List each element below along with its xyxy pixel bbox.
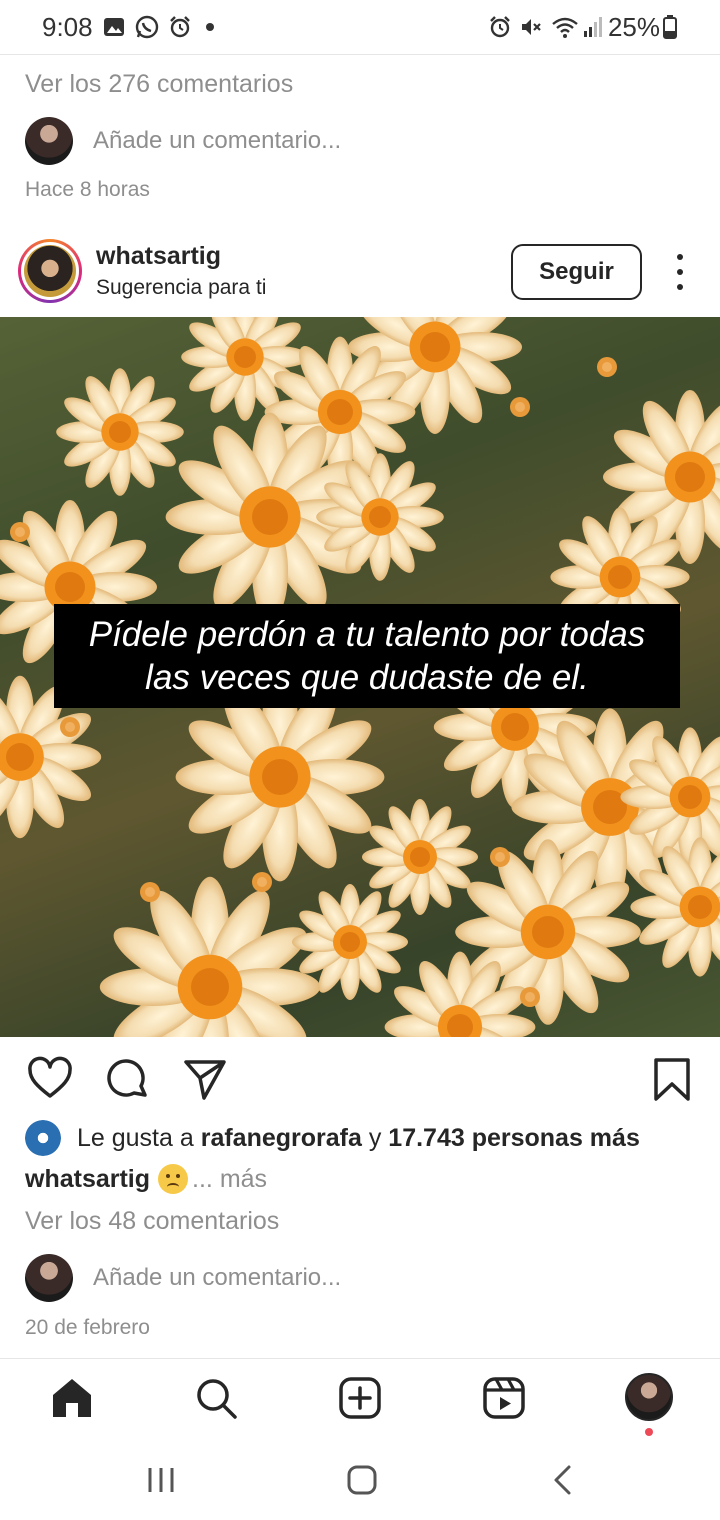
add-comment-placeholder[interactable]: Añade un comentario... (93, 1264, 341, 1292)
back-button[interactable] (544, 1460, 584, 1500)
caption-more-link[interactable]: ... más (192, 1165, 267, 1194)
add-comment-placeholder[interactable]: Añade un comentario... (93, 127, 341, 155)
liker-avatar (25, 1120, 61, 1156)
status-time: 9:08 (42, 12, 93, 42)
gallery-icon (102, 14, 126, 40)
alarm-icon (168, 14, 192, 40)
battery-icon (662, 14, 678, 40)
recent-apps-button[interactable] (141, 1460, 181, 1500)
story-avatar[interactable] (18, 239, 82, 303)
my-avatar (25, 1254, 73, 1302)
system-nav (0, 1440, 720, 1520)
post-date: 20 de febrero (25, 1316, 150, 1339)
follow-button[interactable]: Seguir (511, 244, 642, 300)
profile-avatar[interactable] (625, 1373, 673, 1421)
home-button[interactable] (342, 1460, 382, 1500)
battery-percent: 25% (607, 12, 660, 42)
likes-count[interactable]: 17.743 personas más (388, 1124, 640, 1153)
sad-face-emoji-icon (158, 1164, 189, 1194)
search-icon[interactable] (193, 1375, 239, 1421)
alarm-icon (488, 14, 512, 40)
home-icon[interactable] (49, 1375, 95, 1421)
signal-icon (582, 14, 604, 40)
suggestion-label: Sugerencia para ti (96, 276, 267, 299)
likes-prefix: Le gusta a (77, 1123, 194, 1152)
image-caption-line-1: Pídele perdón a tu talento por todas (88, 615, 646, 654)
heart-icon[interactable] (27, 1056, 73, 1102)
comment-icon[interactable] (104, 1056, 150, 1102)
whatsapp-icon (134, 14, 160, 40)
post-username[interactable]: whatsartig (96, 242, 221, 271)
image-caption-line-2: las veces que dudaste de el. (145, 658, 589, 697)
dot-icon (203, 14, 217, 40)
share-icon[interactable] (182, 1056, 228, 1102)
caption-username[interactable]: whatsartig (25, 1165, 150, 1194)
post-actions (0, 1050, 720, 1106)
reels-icon[interactable] (481, 1375, 527, 1421)
view-comments-link[interactable]: Ver los 48 comentarios (25, 1207, 279, 1236)
add-post-icon[interactable] (337, 1375, 383, 1421)
likes-connector: y (368, 1123, 382, 1152)
wifi-icon (550, 14, 580, 40)
image-caption-box: Pídele perdón a tu talento por todas las… (54, 604, 680, 708)
previous-post-comments-link[interactable]: Ver los 276 comentarios (25, 70, 293, 99)
caption-row: whatsartig ... más (25, 1164, 267, 1194)
likes-user[interactable]: rafanegrorafa (201, 1124, 362, 1153)
mute-icon (518, 14, 544, 40)
previous-post-add-comment[interactable]: Añade un comentario... (25, 117, 341, 165)
more-options-icon[interactable] (666, 254, 694, 290)
my-avatar (25, 117, 73, 165)
bottom-nav (0, 1359, 720, 1439)
post-image[interactable]: Pídele perdón a tu talento por todas las… (0, 317, 720, 1037)
likes-row[interactable]: Le gusta a rafanegrorafa y 17.743 person… (25, 1120, 640, 1156)
notification-dot (645, 1428, 653, 1436)
post-header: whatsartig Sugerencia para ti Seguir (0, 232, 720, 312)
previous-post-time: Hace 8 horas (25, 178, 150, 201)
add-comment-row[interactable]: Añade un comentario... (25, 1254, 341, 1302)
status-bar: 9:08 25% (0, 0, 720, 54)
status-divider (0, 54, 720, 55)
bookmark-icon[interactable] (649, 1056, 695, 1102)
